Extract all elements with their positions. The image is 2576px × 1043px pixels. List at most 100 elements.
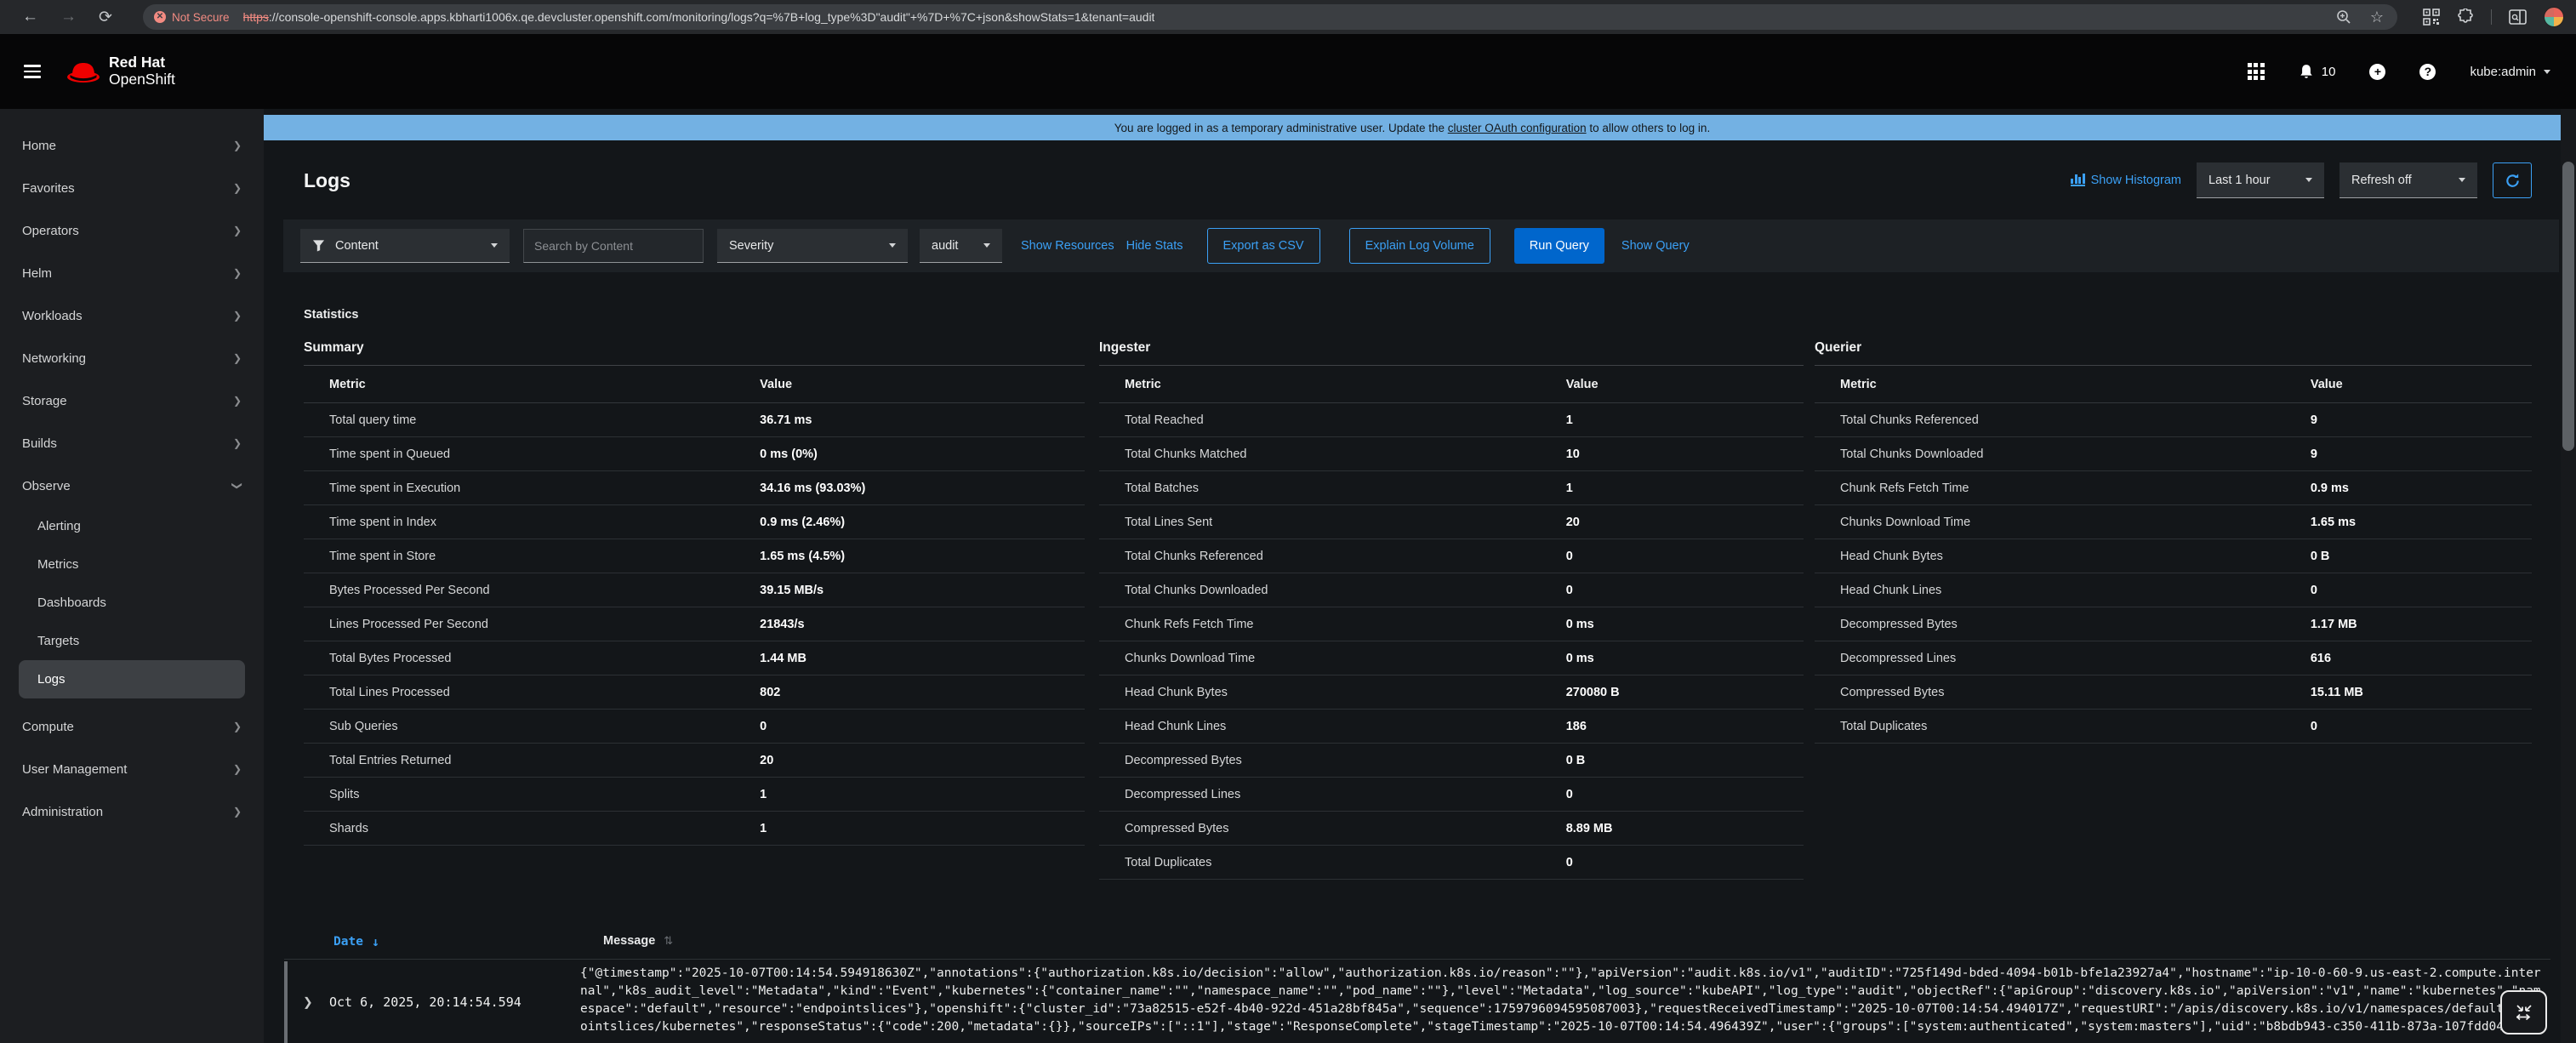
sidebar-item[interactable]: Administration ❯ <box>0 790 264 833</box>
table-row: Chunks Download Time 0 ms <box>1099 641 1804 675</box>
metric-cell: Total Bytes Processed <box>329 652 760 665</box>
search-input[interactable] <box>523 229 704 263</box>
time-range-select[interactable]: Last 1 hour <box>2197 162 2324 198</box>
metric-cell: Total Duplicates <box>1125 856 1566 869</box>
help-icon[interactable]: ? <box>2419 64 2436 80</box>
log-row[interactable]: ❯ Oct 6, 2025, 20:14:54.594 {"@timestamp… <box>284 960 2550 1043</box>
brand-logo[interactable]: Red Hat OpenShift <box>66 54 175 88</box>
severity-select[interactable]: Severity <box>717 229 908 263</box>
show-histogram-link[interactable]: Show Histogram <box>2071 174 2181 187</box>
col-header-value: Value <box>1566 378 1599 391</box>
zoom-icon[interactable] <box>2336 9 2351 25</box>
sidebar-item[interactable]: Helm ❯ <box>0 252 264 294</box>
metric-cell: Total Lines Processed <box>329 686 760 699</box>
value-cell: 0 <box>1566 550 1573 563</box>
value-cell: 21843/s <box>760 618 804 631</box>
not-secure-icon: ✕ <box>154 11 166 23</box>
sidebar-item-observe[interactable]: Observe ❯ <box>0 465 264 507</box>
value-cell: 0 ms <box>1566 618 1594 631</box>
browser-profile-avatar[interactable] <box>2544 7 2564 27</box>
value-cell: 0 <box>1566 584 1573 597</box>
metric-cell: Decompressed Bytes <box>1840 618 2311 631</box>
sidebar-item[interactable]: Home ❯ <box>0 124 264 167</box>
export-csv-button[interactable]: Export as CSV <box>1207 228 1320 264</box>
collapse-scroll-button[interactable] <box>2500 990 2547 1034</box>
brand-name-redhat: Red Hat <box>109 54 175 71</box>
browser-back-icon[interactable]: ← <box>22 8 38 26</box>
sort-descending-icon: ↓ <box>372 934 379 949</box>
table-row: Total query time 36.71 ms <box>304 403 1085 437</box>
explain-log-volume-button[interactable]: Explain Log Volume <box>1349 228 1490 264</box>
expand-row-chevron-icon[interactable]: ❯ <box>303 995 313 1010</box>
oauth-config-link[interactable]: cluster OAuth configuration <box>1448 122 1587 134</box>
metric-cell: Sub Queries <box>329 720 760 733</box>
value-cell: 20 <box>760 754 773 767</box>
metric-cell: Total Chunks Referenced <box>1125 550 1566 563</box>
run-query-button[interactable]: Run Query <box>1514 228 1604 264</box>
table-row: Chunks Download Time 1.65 ms <box>1815 505 2532 539</box>
refresh-interval-select[interactable]: Refresh off <box>2339 162 2477 198</box>
sidebar-subitem[interactable]: Metrics <box>0 545 264 584</box>
red-hat-fedora-icon <box>66 60 100 84</box>
sidebar-item-label: Storage <box>22 394 67 408</box>
banner-text-after: to allow others to log in. <box>1587 122 1711 134</box>
metric-cell: Shards <box>329 822 760 835</box>
hide-stats-link[interactable]: Hide Stats <box>1126 239 1183 253</box>
sidebar-subitem[interactable]: Dashboards <box>0 584 264 622</box>
value-cell: 616 <box>2311 652 2331 665</box>
value-cell: 9 <box>2311 447 2317 461</box>
sidebar-item[interactable]: Favorites ❯ <box>0 167 264 209</box>
address-bar[interactable]: ✕ Not Secure https://console-openshift-c… <box>143 4 2397 30</box>
sidebar-item[interactable]: User Management ❯ <box>0 748 264 790</box>
sidebar-subitem[interactable]: Targets <box>0 622 264 660</box>
metric-cell: Total Entries Returned <box>329 754 760 767</box>
attribute-filter-select[interactable]: Content <box>300 229 510 263</box>
date-column-header[interactable]: Date ↓ <box>333 934 379 949</box>
sidebar-item[interactable]: Networking ❯ <box>0 337 264 379</box>
nav-menu-toggle-icon[interactable] <box>24 61 41 82</box>
banner-text: You are logged in as a temporary adminis… <box>1114 122 1448 134</box>
show-query-link[interactable]: Show Query <box>1621 239 1690 253</box>
metric-cell: Head Chunk Bytes <box>1125 686 1566 699</box>
chevron-down-icon: ❯ <box>231 482 243 490</box>
histogram-icon <box>2071 174 2085 186</box>
chevron-right-icon: ❯ <box>233 763 242 775</box>
log-message-line: {"@timestamp":"2025-10-07T00:14:54.59491… <box>580 965 2550 983</box>
sidebar-item[interactable]: Workloads ❯ <box>0 294 264 337</box>
chevron-right-icon: ❯ <box>233 140 242 151</box>
show-resources-link[interactable]: Show Resources <box>1021 239 1114 253</box>
notifications-button[interactable]: 10 <box>2299 64 2336 80</box>
value-cell: 0 <box>760 720 767 733</box>
table-heading: Querier <box>1815 340 2532 366</box>
scrollbar-thumb[interactable] <box>2562 162 2574 451</box>
browser-reload-icon[interactable]: ⟳ <box>99 8 112 27</box>
username: kube:admin <box>2470 65 2536 79</box>
refresh-button[interactable] <box>2493 162 2532 198</box>
col-header-value: Value <box>760 378 792 391</box>
sidebar-subitem[interactable]: Logs <box>19 660 245 698</box>
not-secure-badge[interactable]: ✕ Not Secure <box>154 11 230 24</box>
sidebar-item[interactable]: Storage ❯ <box>0 379 264 422</box>
app-launcher-icon[interactable] <box>2248 63 2265 80</box>
user-menu[interactable]: kube:admin <box>2470 65 2550 79</box>
row-indicator-bar <box>284 961 288 1043</box>
extensions-puzzle-icon[interactable] <box>2457 9 2474 26</box>
qr-code-icon[interactable] <box>2423 9 2440 26</box>
metric-cell: Lines Processed Per Second <box>329 618 760 631</box>
table-row: Decompressed Bytes 0 B <box>1099 744 1804 778</box>
url-rest: ://console-openshift-console.apps.kbhart… <box>269 10 1155 24</box>
sidebar-item[interactable]: Builds ❯ <box>0 422 264 465</box>
sidebar-item-label: Home <box>22 139 56 153</box>
browser-forward-icon[interactable]: → <box>60 8 77 26</box>
tenant-select[interactable]: audit <box>920 229 1002 263</box>
bookmark-star-icon[interactable]: ☆ <box>2370 9 2384 26</box>
table-row: Total Chunks Referenced 9 <box>1815 403 2532 437</box>
sidebar-item[interactable]: Operators ❯ <box>0 209 264 252</box>
message-column-header[interactable]: Message ⇅ <box>603 934 673 948</box>
sidebar-item[interactable]: Compute ❯ <box>0 705 264 748</box>
chevron-right-icon: ❯ <box>233 806 242 818</box>
sidebar-subitem[interactable]: Alerting <box>0 507 264 545</box>
side-panel-search-icon[interactable] <box>2509 9 2527 25</box>
table-row: Total Chunks Referenced 0 <box>1099 539 1804 573</box>
add-plus-icon[interactable]: + <box>2369 64 2385 80</box>
